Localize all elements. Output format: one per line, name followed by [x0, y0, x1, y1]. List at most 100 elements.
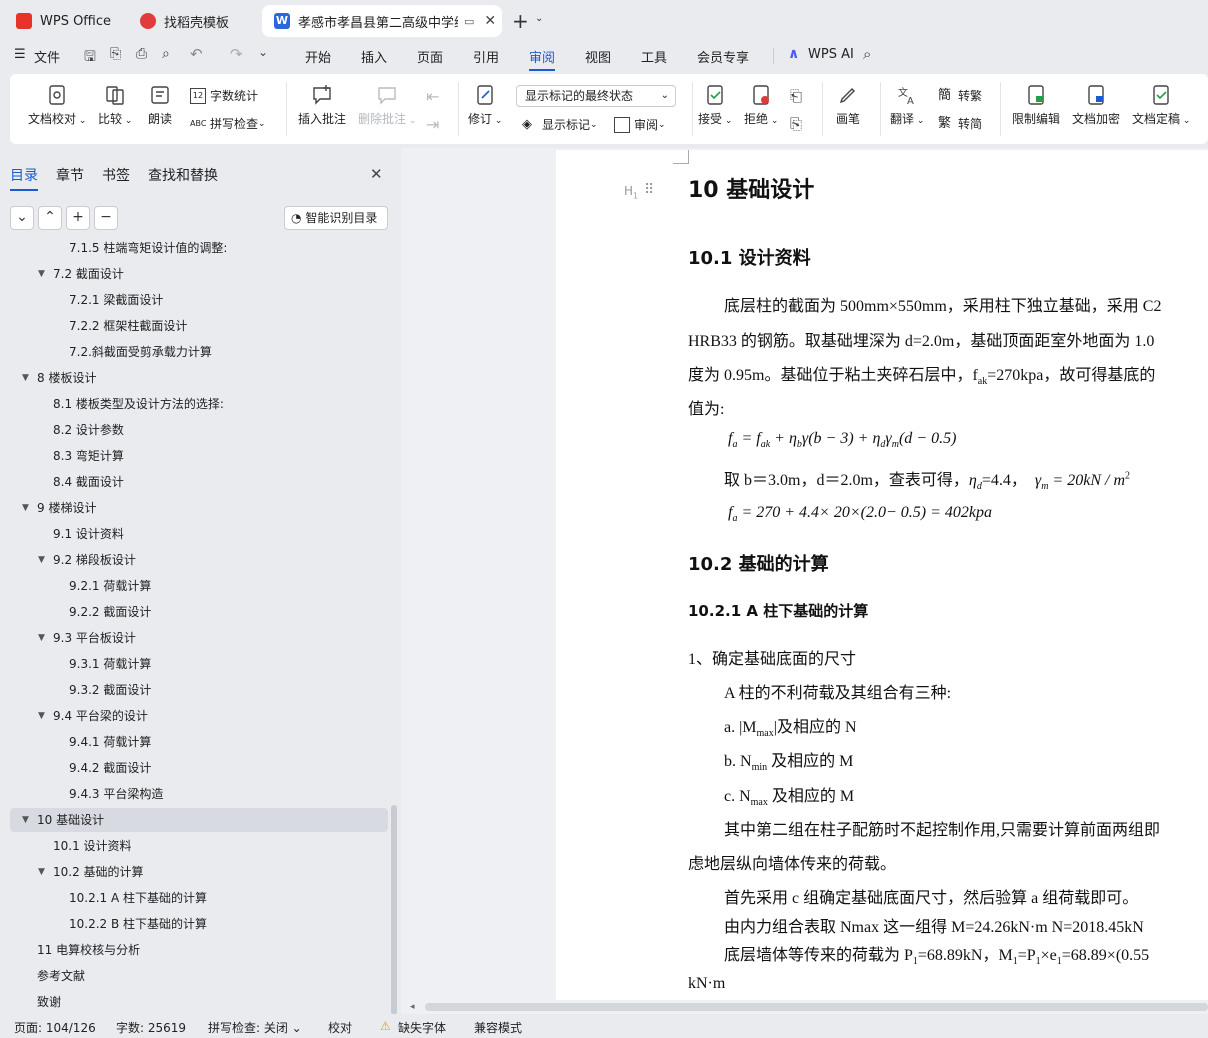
toc-item[interactable]: 10.2.1 A 柱下基础的计算 — [0, 888, 390, 908]
close-pane-icon[interactable]: ✕ — [370, 165, 383, 183]
toc-item[interactable]: 10.1 设计资料 — [0, 836, 390, 856]
menu-home[interactable]: 开始 — [305, 47, 331, 66]
toc-item[interactable]: 参考文献 — [0, 966, 390, 986]
redo-icon[interactable]: ↷ — [230, 45, 243, 63]
word-count-button[interactable]: 12 字数统计 — [190, 87, 258, 104]
insert-comment-button[interactable]: 插入批注 — [298, 84, 346, 127]
next-comment-icon[interactable]: ⇥ — [426, 115, 439, 134]
toc-item[interactable]: 8.1 楼板类型及设计方法的选择: — [0, 394, 390, 414]
menu-page[interactable]: 页面 — [417, 47, 443, 66]
menu-tools[interactable]: 工具 — [641, 47, 667, 66]
chevron-down-icon[interactable]: ⌄ — [535, 13, 543, 24]
tab-chapters[interactable]: 章节 — [56, 165, 84, 185]
print-preview-icon[interactable]: ⌕ — [162, 46, 170, 62]
read-aloud-button[interactable]: 朗读 — [148, 84, 172, 127]
drag-handle-icon[interactable]: ⠿ — [644, 182, 654, 198]
monitor-icon[interactable]: ▭ — [464, 15, 474, 28]
toc-item[interactable]: 7.1.5 柱端弯矩设计值的调整: — [0, 238, 390, 258]
toc-item[interactable]: ▼ 9.2 梯段板设计 — [0, 550, 390, 570]
toc-item[interactable]: ▼ 9.4 平台梁的设计 — [0, 706, 390, 726]
menu-view[interactable]: 视图 — [585, 47, 611, 66]
new-tab-icon[interactable]: + — [512, 9, 529, 33]
reject-button[interactable]: 拒绝 ⌄ — [744, 84, 778, 127]
toc-item[interactable]: 9.2.1 荷载计算 — [0, 576, 390, 596]
toc-item[interactable]: 9.3.2 截面设计 — [0, 680, 390, 700]
translate-button[interactable]: 文A 翻译 ⌄ — [890, 84, 924, 127]
toc-item[interactable]: 7.2.2 框架柱截面设计 — [0, 316, 390, 336]
toc-item[interactable]: 9.4.3 平台梁构造 — [0, 784, 390, 804]
restrict-edit-button[interactable]: 限制编辑 — [1012, 84, 1060, 127]
tab-bookmarks[interactable]: 书签 — [102, 165, 130, 185]
close-tab-icon[interactable]: ✕ — [484, 13, 496, 29]
toc-item[interactable]: ▼ 8 楼板设计 — [0, 368, 390, 388]
collapse-down-button[interactable]: ⌄ — [10, 206, 34, 230]
toc-item[interactable]: 11 电算校核与分析 — [0, 940, 390, 960]
encrypt-button[interactable]: 文档加密 — [1072, 84, 1120, 127]
menu-review[interactable]: 审阅 — [529, 47, 556, 71]
review-pane-button[interactable]: 审阅 ⌄ — [614, 116, 666, 133]
next-change-icon[interactable]: ⎘ — [790, 115, 802, 133]
expand-arrow-icon[interactable]: ▼ — [38, 628, 45, 648]
save-icon[interactable]: 🖫 — [84, 46, 96, 70]
spell-check-button[interactable]: ABC 拼写检查 ⌄ — [190, 115, 266, 132]
menu-reference[interactable]: 引用 — [473, 47, 499, 66]
remove-heading-button[interactable]: − — [94, 206, 118, 230]
smart-toc-button[interactable]: ◔ 智能识别目录 — [284, 206, 388, 230]
menu-file[interactable]: 文件 — [34, 47, 60, 66]
pen-button[interactable]: 画笔 — [836, 84, 860, 127]
previous-comment-icon[interactable]: ⇤ — [426, 87, 439, 106]
tab-toc[interactable]: 目录 — [10, 165, 38, 191]
menu-wps-ai[interactable]: WPS AI — [808, 47, 854, 62]
toc-item[interactable]: 9.4.1 荷载计算 — [0, 732, 390, 752]
expand-arrow-icon[interactable]: ▼ — [38, 264, 45, 284]
tab-find-replace[interactable]: 查找和替换 — [148, 165, 218, 185]
toc-item[interactable]: ▼ 10.2 基础的计算 — [0, 862, 390, 882]
toc-item[interactable]: ▼ 9 楼梯设计 — [0, 498, 390, 518]
menu-member[interactable]: 会员专享 — [697, 47, 749, 66]
chevron-down-icon[interactable]: ⌄ — [258, 45, 268, 59]
expand-arrow-icon[interactable]: ▼ — [22, 368, 29, 388]
undo-icon[interactable]: ↶ — [190, 45, 203, 63]
search-icon[interactable]: ⌕ — [863, 45, 871, 63]
proof-status[interactable]: 校对 — [328, 1019, 352, 1036]
document-page[interactable]: H1 ⠿ 10 基础设计 10.1 设计资料 底层柱的截面为 500mm×550… — [556, 150, 1208, 1000]
toc-item[interactable]: 8.3 弯矩计算 — [0, 446, 390, 466]
toc-item[interactable]: 10.2.2 B 柱下基础的计算 — [0, 914, 390, 934]
doc-proof-button[interactable]: 文档校对 ⌄ — [28, 84, 86, 127]
expand-arrow-icon[interactable]: ▼ — [38, 706, 45, 726]
toc-item[interactable]: 8.4 截面设计 — [0, 472, 390, 492]
add-heading-button[interactable]: + — [66, 206, 90, 230]
delete-comment-button[interactable]: 删除批注 ⌄ — [358, 84, 416, 127]
menu-insert[interactable]: 插入 — [361, 47, 387, 66]
toc-item[interactable]: 9.1 设计资料 — [0, 524, 390, 544]
expand-arrow-icon[interactable]: ▼ — [22, 498, 29, 518]
collapse-up-button[interactable]: ⌃ — [38, 206, 62, 230]
tab-current-document[interactable]: W 孝感市孝昌县第二高级中学综 ▭ ✕ — [262, 5, 502, 37]
markup-state-select[interactable]: 显示标记的最终状态 ⌄ — [516, 85, 676, 107]
expand-arrow-icon[interactable]: ▼ — [38, 550, 45, 570]
toc-item[interactable]: 7.2.1 梁截面设计 — [0, 290, 390, 310]
toc-item[interactable]: 致谢 — [0, 992, 390, 1012]
horizontal-scrollbar[interactable] — [425, 1003, 1208, 1011]
finalize-button[interactable]: 文档定稿 ⌄ — [1132, 84, 1190, 127]
tab-wps-office[interactable]: WPS Office — [4, 5, 122, 37]
track-changes-button[interactable]: 修订 ⌄ — [468, 84, 502, 127]
toc-item[interactable]: 8.2 设计参数 — [0, 420, 390, 440]
accept-button[interactable]: 接受 ⌄ — [698, 84, 732, 127]
toc-scrollbar[interactable] — [391, 805, 397, 1015]
missing-font-status[interactable]: 缺失字体 — [398, 1019, 446, 1036]
export-icon[interactable]: ⎘ — [110, 46, 121, 62]
to-simplified-button[interactable]: 繁 转简 — [938, 115, 982, 132]
toc-item[interactable]: 7.2.斜截面受剪承载力计算 — [0, 342, 390, 362]
previous-change-icon[interactable]: ⎗ — [790, 87, 802, 105]
expand-arrow-icon[interactable]: ▼ — [22, 810, 29, 830]
page-indicator[interactable]: 页面: 104/126 — [14, 1019, 96, 1036]
toc-item[interactable]: 9.3.1 荷载计算 — [0, 654, 390, 674]
toc-item[interactable]: 9.4.2 截面设计 — [0, 758, 390, 778]
toc-item[interactable]: ▼ 10 基础设计 — [0, 810, 390, 830]
expand-arrow-icon[interactable]: ▼ — [38, 862, 45, 882]
compare-button[interactable]: 比较 ⌄ — [98, 84, 132, 127]
tab-daoke-templates[interactable]: 找稻壳模板 — [128, 5, 258, 37]
hamburger-icon[interactable]: ☰ — [14, 47, 26, 62]
toc-item[interactable]: ▼ 7.2 截面设计 — [0, 264, 390, 284]
